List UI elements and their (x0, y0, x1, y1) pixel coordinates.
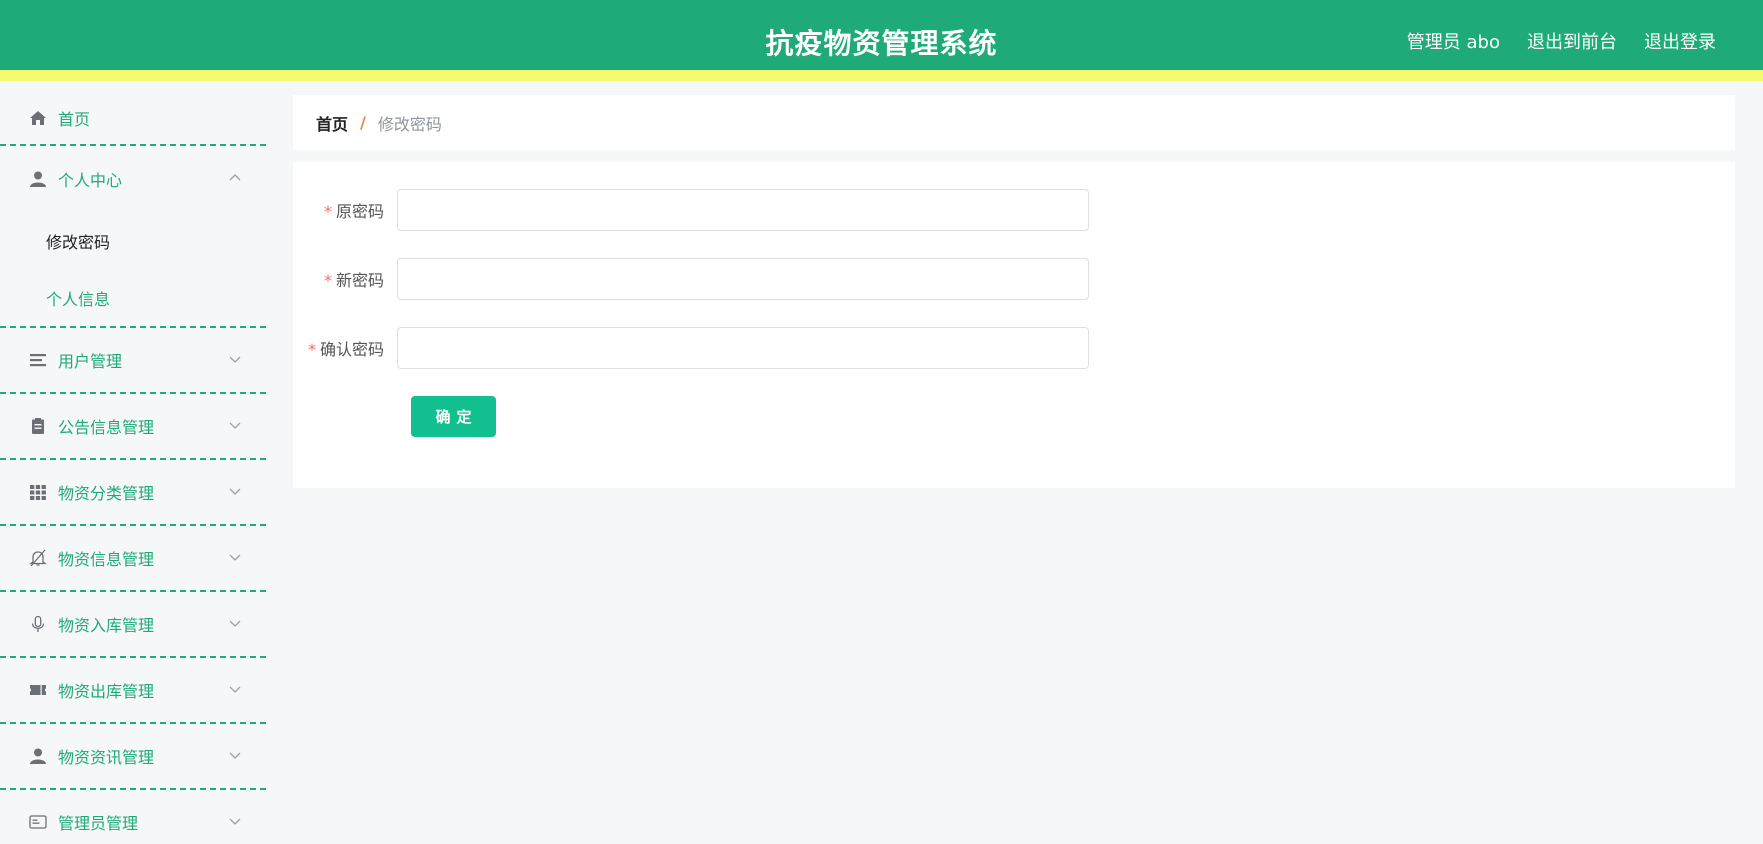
chevron-down-icon (229, 554, 241, 561)
sidebar-item-users[interactable]: 用户管理 (0, 328, 266, 394)
id-card-icon (28, 812, 48, 832)
sidebar: 首页 个人中心 修改密码 个人信息 用户管理 公告信息管理 物资分类管理 物资信… (0, 92, 266, 844)
old-password-label: * 原密码 (323, 202, 384, 221)
required-mark: * (307, 340, 316, 359)
submit-button[interactable]: 确定 (411, 396, 496, 437)
sidebar-item-label: 个人中心 (58, 171, 123, 190)
exit-to-front-link[interactable]: 退出到前台 (1527, 28, 1617, 54)
breadcrumb: 首页 / 修改密码 (293, 95, 1735, 150)
confirm-password-row: * 确认密码 (293, 327, 1089, 369)
sidebar-item-label: 用户管理 (58, 352, 123, 371)
chevron-down-icon (229, 356, 241, 363)
logout-link[interactable]: 退出登录 (1644, 28, 1716, 54)
sidebar-item-outbound[interactable]: 物资出库管理 (0, 658, 266, 724)
header-actions: 管理员 abo 退出到前台 退出登录 (1407, 28, 1716, 54)
confirm-password-input[interactable] (397, 327, 1089, 369)
sidebar-item-label: 物资信息管理 (58, 550, 155, 569)
ticket-icon (28, 680, 48, 700)
sidebar-item-supplies[interactable]: 物资信息管理 (0, 526, 266, 592)
sidebar-group-personal: 个人中心 修改密码 个人信息 (0, 146, 266, 328)
top-header: 抗疫物资管理系统 管理员 abo 退出到前台 退出登录 (0, 0, 1763, 81)
required-mark: * (323, 271, 332, 290)
sidebar-item-categories[interactable]: 物资分类管理 (0, 460, 266, 526)
change-password-form: * 原密码 * 新密码 * 确认密码 确定 (293, 162, 1735, 488)
list-icon (28, 350, 48, 370)
old-password-input[interactable] (397, 189, 1089, 231)
new-password-label: * 新密码 (323, 271, 384, 290)
chevron-down-icon (229, 752, 241, 759)
sidebar-item-label: 物资分类管理 (58, 484, 155, 503)
clipboard-icon (28, 416, 48, 436)
required-mark: * (323, 202, 332, 221)
user-icon (28, 169, 48, 189)
sidebar-item-label: 物资资讯管理 (58, 748, 155, 767)
chevron-down-icon (229, 686, 241, 693)
breadcrumb-separator: / (360, 113, 366, 132)
user-icon (28, 746, 48, 766)
sidebar-item-notices[interactable]: 公告信息管理 (0, 394, 266, 460)
sidebar-item-label: 首页 (58, 110, 91, 129)
confirm-password-label: * 确认密码 (307, 340, 384, 359)
sidebar-item-label: 管理员管理 (58, 814, 139, 833)
bell-off-icon (28, 548, 48, 568)
sidebar-subitem-change-password[interactable]: 修改密码 (0, 212, 266, 269)
grid-icon (28, 482, 48, 502)
breadcrumb-home[interactable]: 首页 (316, 111, 348, 135)
sidebar-item-admins[interactable]: 管理员管理 (0, 790, 266, 844)
user-label: 管理员 abo (1406, 32, 1500, 53)
microphone-icon (28, 614, 48, 634)
new-password-row: * 新密码 (293, 258, 1089, 300)
sidebar-subitem-personal-info[interactable]: 个人信息 (0, 269, 266, 326)
chevron-up-icon (229, 174, 241, 181)
sidebar-item-label: 公告信息管理 (58, 418, 155, 437)
sidebar-item-inbound[interactable]: 物资入库管理 (0, 592, 266, 658)
sidebar-item-personal[interactable]: 个人中心 (0, 146, 266, 212)
chevron-down-icon (229, 488, 241, 495)
chevron-down-icon (229, 620, 241, 627)
home-icon (28, 108, 48, 128)
sidebar-item-label: 物资出库管理 (58, 682, 155, 701)
sidebar-item-label: 物资入库管理 (58, 616, 155, 635)
chevron-down-icon (229, 818, 241, 825)
breadcrumb-current: 修改密码 (377, 114, 442, 134)
new-password-input[interactable] (397, 258, 1089, 300)
chevron-down-icon (229, 422, 241, 429)
sidebar-item-home[interactable]: 首页 (0, 92, 266, 146)
sidebar-item-news[interactable]: 物资资讯管理 (0, 724, 266, 790)
old-password-row: * 原密码 (293, 189, 1089, 231)
